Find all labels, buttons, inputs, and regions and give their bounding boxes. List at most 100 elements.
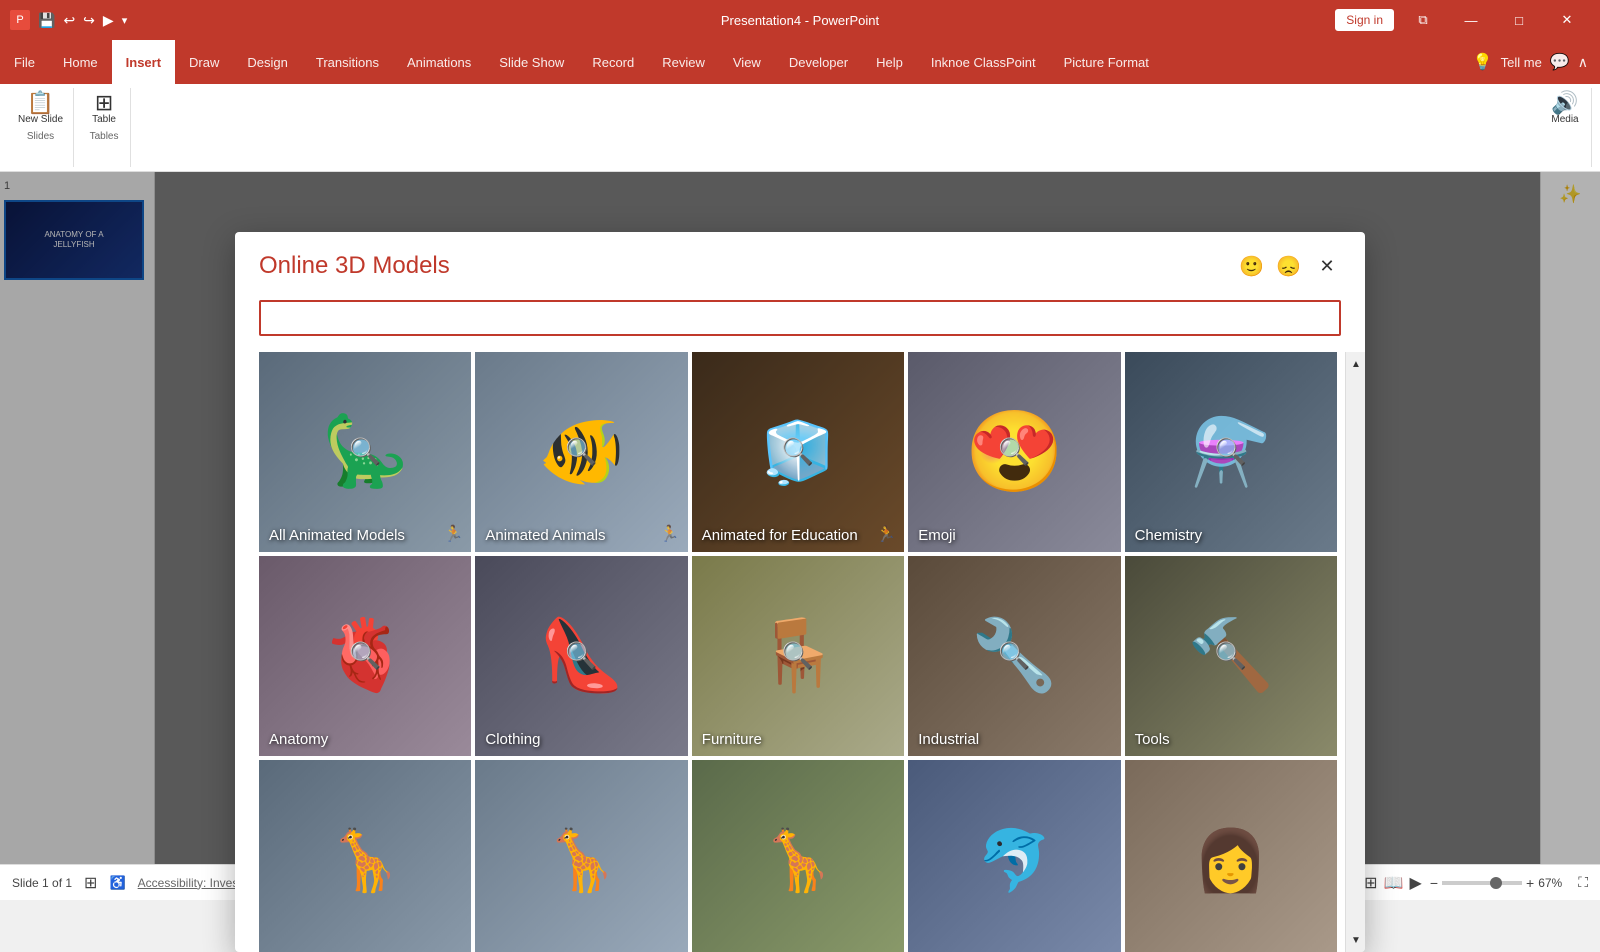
categories-grid: 🦕 🔍 All Animated Models 🏃 🐠 🔍 Animated A… bbox=[235, 352, 1345, 952]
category-animated-education[interactable]: 🧊 🔍 Animated for Education 🏃 bbox=[692, 352, 904, 552]
clothing-label: Clothing bbox=[485, 731, 540, 748]
thumbs-down-icon[interactable]: 😞 bbox=[1276, 254, 1301, 279]
titlebar-left: P 💾 ↩ ↪ ▶ ▾ bbox=[10, 10, 127, 30]
ribbon-toolbar: 📋 New Slide Slides ⊞ Table Tables 🔊 Medi… bbox=[0, 84, 1600, 172]
dialog-close-button[interactable]: ✕ bbox=[1313, 252, 1341, 280]
undo-icon[interactable]: ↩ bbox=[63, 12, 75, 29]
tab-picture-format[interactable]: Picture Format bbox=[1050, 40, 1163, 84]
row3-1-image: 🦒 bbox=[259, 760, 471, 952]
category-row3-3[interactable]: 🦒 bbox=[692, 760, 904, 952]
tables-group-label: Tables bbox=[90, 131, 119, 142]
search-icon-clothing: 🔍 bbox=[565, 641, 597, 672]
app-icon: P bbox=[10, 10, 30, 30]
category-row3-2[interactable]: 🦒 bbox=[475, 760, 687, 952]
redo-icon[interactable]: ↪ bbox=[83, 12, 95, 29]
titlebar: P 💾 ↩ ↪ ▶ ▾ Presentation4 - PowerPoint S… bbox=[0, 0, 1600, 40]
minimize-button[interactable]: — bbox=[1448, 0, 1494, 40]
comments-icon[interactable]: 💬 bbox=[1550, 52, 1570, 72]
media-button[interactable]: 🔊 Media bbox=[1545, 90, 1585, 127]
category-row3-1[interactable]: 🦒 bbox=[259, 760, 471, 952]
system-buttons: ⧉ — □ ✕ bbox=[1400, 0, 1590, 40]
category-tools[interactable]: 🔨 🔍 Tools bbox=[1125, 556, 1337, 756]
zoom-slider[interactable] bbox=[1442, 881, 1522, 885]
slide-sorter-icon[interactable]: ⊞ bbox=[1364, 873, 1377, 893]
search-input[interactable] bbox=[259, 300, 1341, 336]
table-icon: ⊞ bbox=[95, 92, 113, 114]
present-icon[interactable]: ▶ bbox=[103, 12, 114, 29]
anatomy-label: Anatomy bbox=[269, 731, 328, 748]
restore-button[interactable]: ⧉ bbox=[1400, 0, 1446, 40]
slides-group-label: Slides bbox=[27, 131, 54, 142]
category-emoji[interactable]: 😍 🔍 Emoji bbox=[908, 352, 1120, 552]
zoom-in-icon[interactable]: + bbox=[1526, 875, 1534, 891]
search-icon-furniture: 🔍 bbox=[782, 641, 814, 672]
tab-animations[interactable]: Animations bbox=[393, 40, 485, 84]
category-row3-4[interactable]: 🐬 bbox=[908, 760, 1120, 952]
scroll-up-arrow[interactable]: ▲ bbox=[1346, 354, 1365, 374]
row3-3-image: 🦒 bbox=[692, 760, 904, 952]
search-icon-chemistry: 🔍 bbox=[1215, 437, 1247, 468]
table-button[interactable]: ⊞ Table bbox=[84, 90, 124, 127]
search-icon-animals: 🔍 bbox=[565, 437, 597, 468]
search-icon-tools: 🔍 bbox=[1215, 641, 1247, 672]
dialog-title: Online 3D Models bbox=[259, 252, 450, 280]
sign-in-button[interactable]: Sign in bbox=[1335, 9, 1394, 31]
all-animated-label: All Animated Models bbox=[269, 527, 405, 544]
reading-view-icon[interactable]: 📖 bbox=[1384, 873, 1404, 893]
search-icon-industrial: 🔍 bbox=[998, 641, 1030, 672]
tab-transitions[interactable]: Transitions bbox=[302, 40, 393, 84]
search-icon-education: 🔍 bbox=[782, 437, 814, 468]
maximize-button[interactable]: □ bbox=[1496, 0, 1542, 40]
category-chemistry[interactable]: ⚗️ 🔍 Chemistry bbox=[1125, 352, 1337, 552]
close-button[interactable]: ✕ bbox=[1544, 0, 1590, 40]
new-slide-icon: 📋 bbox=[27, 92, 54, 114]
main-area: 1 ANATOMY OF AJELLYFISH ✨ Online 3D Mode… bbox=[0, 172, 1600, 864]
scroll-down-arrow[interactable]: ▼ bbox=[1346, 930, 1365, 950]
presenter-view-icon[interactable]: ▶ bbox=[1410, 873, 1422, 893]
row3-2-image: 🦒 bbox=[475, 760, 687, 952]
save-icon[interactable]: 💾 bbox=[38, 12, 55, 29]
3d-animated-icon-1: 🏃 bbox=[443, 524, 463, 544]
category-furniture[interactable]: 🪑 🔍 Furniture bbox=[692, 556, 904, 756]
category-anatomy[interactable]: 🫀 🔍 Anatomy bbox=[259, 556, 471, 756]
category-all-animated[interactable]: 🦕 🔍 All Animated Models 🏃 bbox=[259, 352, 471, 552]
zoom-control: − + 67% bbox=[1430, 875, 1570, 891]
slide-view-normal[interactable]: ⊞ bbox=[84, 873, 97, 893]
tab-inknoe[interactable]: Inknoe ClassPoint bbox=[917, 40, 1050, 84]
emoji-label: Emoji bbox=[918, 527, 956, 544]
zoom-level[interactable]: 67% bbox=[1538, 876, 1570, 890]
fit-slide-icon[interactable]: ⛶ bbox=[1578, 874, 1588, 891]
new-slide-label: New Slide bbox=[18, 114, 63, 125]
dropdown-icon[interactable]: ▾ bbox=[122, 14, 128, 27]
titlebar-right: Sign in ⧉ — □ ✕ bbox=[1335, 0, 1590, 40]
tab-developer[interactable]: Developer bbox=[775, 40, 862, 84]
lightbulb-icon: 💡 bbox=[1473, 52, 1493, 72]
tab-design[interactable]: Design bbox=[233, 40, 301, 84]
collapse-ribbon-icon[interactable]: ∧ bbox=[1578, 54, 1588, 71]
tab-home[interactable]: Home bbox=[49, 40, 112, 84]
tab-help[interactable]: Help bbox=[862, 40, 917, 84]
tab-record[interactable]: Record bbox=[578, 40, 648, 84]
thumbs-up-icon[interactable]: 🙂 bbox=[1239, 254, 1264, 279]
tab-insert[interactable]: Insert bbox=[112, 40, 175, 84]
category-row3-5[interactable]: 👩 bbox=[1125, 760, 1337, 952]
toolbar-media-group: 🔊 Media bbox=[1539, 88, 1592, 167]
category-clothing[interactable]: 👠 🔍 Clothing bbox=[475, 556, 687, 756]
category-industrial[interactable]: 🔧 🔍 Industrial bbox=[908, 556, 1120, 756]
zoom-thumb[interactable] bbox=[1490, 877, 1502, 889]
modal-overlay: Online 3D Models 🙂 😞 ✕ 🦕 bbox=[0, 172, 1600, 864]
scroll-arrows: ▲ ▼ bbox=[1345, 352, 1365, 952]
tab-slideshow[interactable]: Slide Show bbox=[485, 40, 578, 84]
tell-me[interactable]: Tell me bbox=[1501, 55, 1542, 70]
zoom-out-icon[interactable]: − bbox=[1430, 875, 1438, 891]
slide-count: Slide 1 of 1 bbox=[12, 876, 72, 890]
search-bar bbox=[259, 300, 1341, 336]
new-slide-button[interactable]: 📋 New Slide bbox=[14, 90, 67, 127]
tab-review[interactable]: Review bbox=[648, 40, 719, 84]
tab-draw[interactable]: Draw bbox=[175, 40, 233, 84]
3d-animated-icon-2: 🏃 bbox=[660, 524, 680, 544]
tab-view[interactable]: View bbox=[719, 40, 775, 84]
category-animated-animals[interactable]: 🐠 🔍 Animated Animals 🏃 bbox=[475, 352, 687, 552]
animated-animals-label: Animated Animals bbox=[485, 527, 605, 544]
tab-file[interactable]: File bbox=[0, 40, 49, 84]
